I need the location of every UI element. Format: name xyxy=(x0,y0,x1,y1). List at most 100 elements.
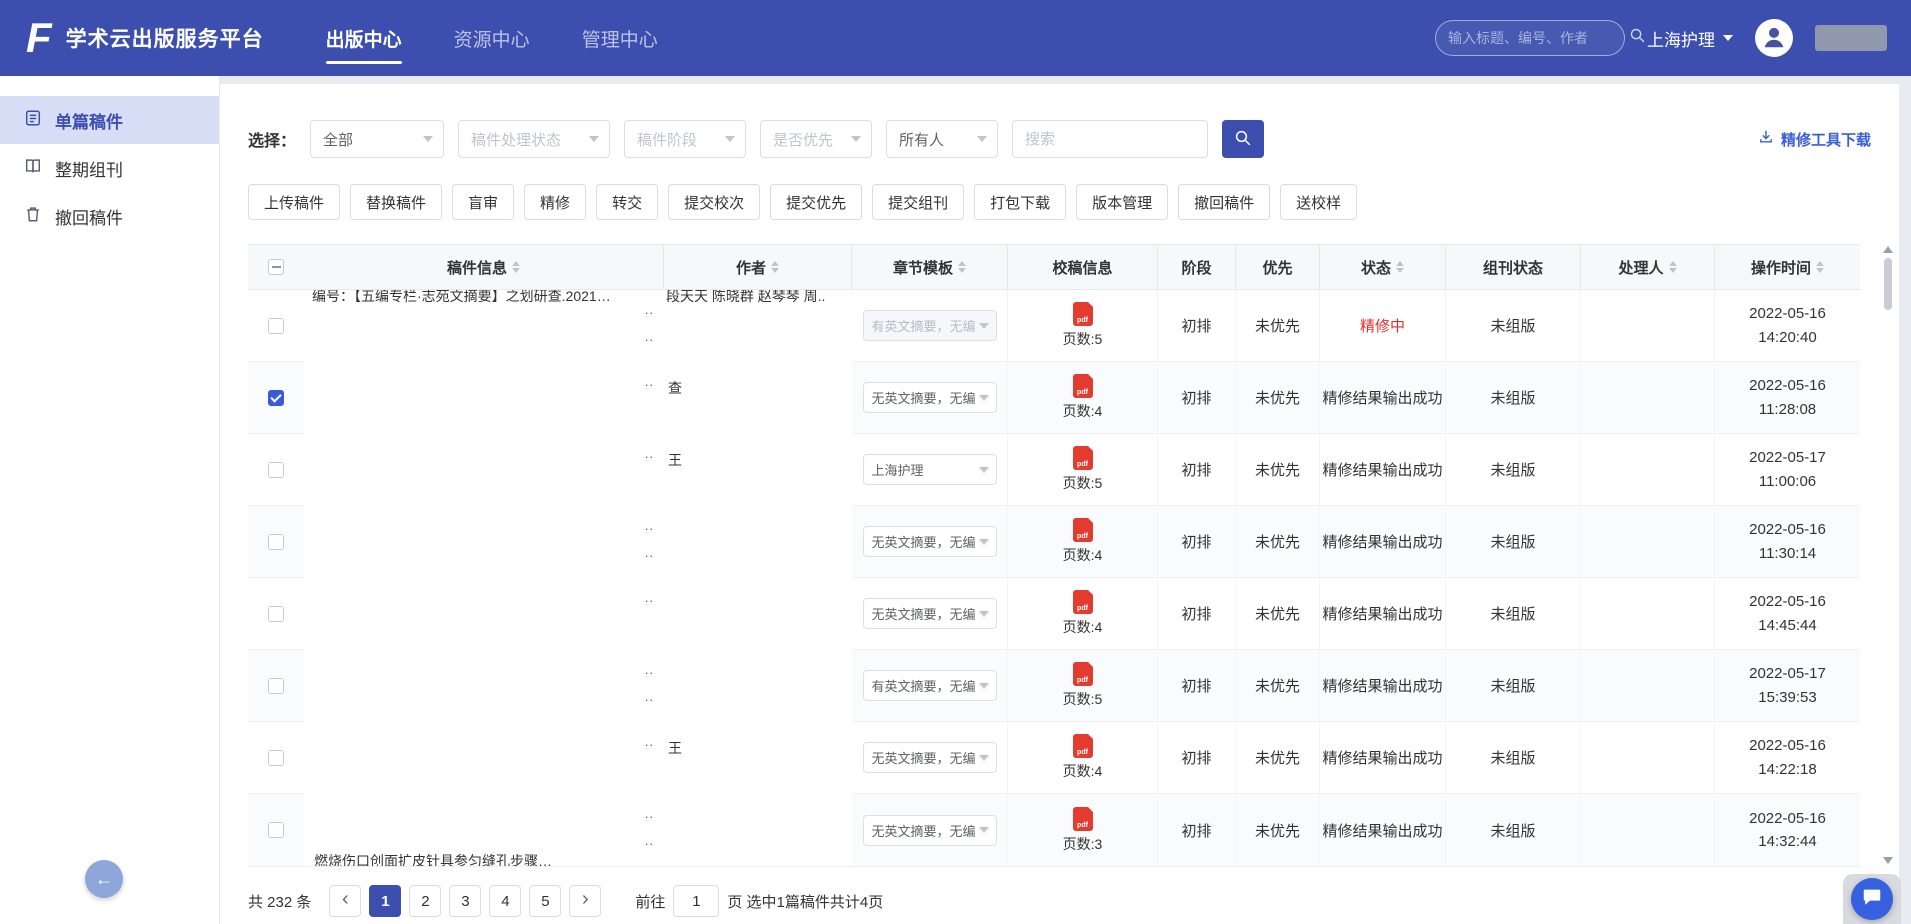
nav-item-resource-center[interactable]: 资源中心 xyxy=(454,0,530,76)
sort-icon[interactable] xyxy=(1669,261,1677,273)
submit-proof-round-button[interactable]: 提交校次 xyxy=(668,184,760,220)
chapter-template-select[interactable]: 有英文摘要，无编 xyxy=(863,310,997,341)
nav-item-publish-center[interactable]: 出版中心 xyxy=(326,0,402,76)
scrollbar-thumb[interactable] xyxy=(1884,258,1892,310)
chapter-template-select[interactable]: 无英文摘要，无编 xyxy=(863,598,997,629)
sidebar-item-issue-assembly[interactable]: 整期组刊 xyxy=(0,144,219,192)
table-scrollbar[interactable] xyxy=(1882,244,1894,866)
pdf-icon[interactable] xyxy=(1073,446,1093,470)
withdraw-manuscript-button[interactable]: 撤回稿件 xyxy=(1178,184,1270,220)
page-count: 页数:5 xyxy=(1063,689,1103,709)
replace-manuscript-button[interactable]: 替换稿件 xyxy=(350,184,442,220)
row-checkbox[interactable] xyxy=(268,750,284,766)
row-checkbox[interactable] xyxy=(268,318,284,334)
row-checkbox[interactable] xyxy=(268,390,284,406)
prev-page-button[interactable]: ‹ xyxy=(329,885,361,917)
submit-priority-button[interactable]: 提交优先 xyxy=(770,184,862,220)
refine-button[interactable]: 精修 xyxy=(524,184,586,220)
col-header-priority: 优先 xyxy=(1236,244,1320,290)
top-navbar: F 学术云出版服务平台 出版中心 资源中心 管理中心 上海护理 xyxy=(0,0,1911,76)
org-selector[interactable]: 上海护理 xyxy=(1647,26,1733,51)
row-checkbox[interactable] xyxy=(268,534,284,550)
chevron-down-icon xyxy=(979,755,989,761)
page-button-4[interactable]: 4 xyxy=(489,885,521,917)
sort-icon[interactable] xyxy=(512,261,520,273)
book-icon xyxy=(24,157,42,180)
page-button-3[interactable]: 3 xyxy=(449,885,481,917)
select-all-checkbox[interactable] xyxy=(268,259,284,275)
chapter-template-select[interactable]: 无英文摘要，无编 xyxy=(863,742,997,773)
col-header-status[interactable]: 状态 xyxy=(1320,244,1446,290)
chat-widget-button[interactable] xyxy=(1851,878,1893,920)
chapter-template-select[interactable]: 无英文摘要，无编 xyxy=(863,526,997,557)
pdf-icon[interactable] xyxy=(1073,590,1093,614)
filter-select-all[interactable]: 全部 xyxy=(310,120,444,158)
row-checkbox[interactable] xyxy=(268,462,284,478)
package-download-button[interactable]: 打包下载 xyxy=(974,184,1066,220)
collapse-button[interactable]: ← xyxy=(85,860,123,898)
page-count: 页数:5 xyxy=(1063,329,1103,349)
col-header-handler[interactable]: 处理人 xyxy=(1581,244,1715,290)
submit-issue-button[interactable]: 提交组刊 xyxy=(872,184,964,220)
search-button[interactable] xyxy=(1222,120,1264,158)
op-time-cell: 2022-05-16 11:30:14 xyxy=(1715,506,1860,578)
blind-review-button[interactable]: 盲审 xyxy=(452,184,514,220)
avatar[interactable] xyxy=(1755,19,1793,57)
col-header-manuscript-info[interactable]: 稿件信息 xyxy=(304,244,664,290)
send-proof-button[interactable]: 送校样 xyxy=(1280,184,1357,220)
main-nav: 出版中心 资源中心 管理中心 xyxy=(326,0,658,76)
sort-icon[interactable] xyxy=(771,261,779,273)
arrow-left-icon: ← xyxy=(95,869,113,890)
pdf-icon[interactable] xyxy=(1073,374,1093,398)
filter-select-priority[interactable]: 是否优先 xyxy=(760,120,872,158)
refine-tool-download-link[interactable]: 精修工具下载 xyxy=(1758,129,1871,150)
pdf-icon[interactable] xyxy=(1073,518,1093,542)
filter-select-owner[interactable]: 所有人 xyxy=(886,120,998,158)
row-checkbox[interactable] xyxy=(268,678,284,694)
goto-page-input[interactable] xyxy=(673,885,719,917)
proof-info-cell: 页数:4 xyxy=(1008,506,1158,578)
filter-search-input[interactable] xyxy=(1012,120,1208,158)
pdf-icon[interactable] xyxy=(1073,734,1093,758)
row-checkbox-cell xyxy=(248,578,304,650)
pdf-icon[interactable] xyxy=(1073,662,1093,686)
sort-icon[interactable] xyxy=(958,261,966,273)
chapter-template-cell: 有英文摘要，无编 xyxy=(852,650,1008,722)
pdf-icon[interactable] xyxy=(1073,302,1093,326)
chapter-template-select[interactable]: 无英文摘要，无编 xyxy=(863,382,997,413)
page-button-1[interactable]: 1 xyxy=(369,885,401,917)
sort-icon[interactable] xyxy=(1816,261,1824,273)
chapter-template-select[interactable]: 上海护理 xyxy=(863,454,997,485)
page-count: 页数:4 xyxy=(1063,545,1103,565)
op-time: 11:28:08 xyxy=(1759,400,1816,420)
filter-select-process-status[interactable]: 稿件处理状态 xyxy=(458,120,610,158)
chevron-down-icon xyxy=(725,136,735,142)
chapter-template-select[interactable]: 无英文摘要，无编 xyxy=(863,815,997,846)
col-header-author[interactable]: 作者 xyxy=(664,244,852,290)
col-header-chapter-template[interactable]: 章节模板 xyxy=(852,244,1008,290)
pdf-icon[interactable] xyxy=(1073,807,1093,831)
page-button-5[interactable]: 5 xyxy=(529,885,561,917)
col-header-label: 处理人 xyxy=(1618,257,1663,278)
scroll-down-arrow-icon[interactable] xyxy=(1883,857,1893,864)
col-header-op-time[interactable]: 操作时间 xyxy=(1715,244,1860,290)
nav-search-input[interactable] xyxy=(1448,30,1629,46)
sidebar-item-single-manuscript[interactable]: 单篇稿件 xyxy=(0,96,219,144)
chevron-down-icon xyxy=(851,136,861,142)
nav-item-admin-center[interactable]: 管理中心 xyxy=(582,0,658,76)
main-content: 选择： 全部 稿件处理状态 稿件阶段 是否优先 所有人 xyxy=(220,84,1899,924)
sidebar-item-withdrawn-manuscript[interactable]: 撤回稿件 xyxy=(0,192,219,240)
chapter-template-value: 无英文摘要，无编 xyxy=(872,388,976,407)
next-page-button[interactable]: › xyxy=(569,885,601,917)
version-manage-button[interactable]: 版本管理 xyxy=(1076,184,1168,220)
transfer-button[interactable]: 转交 xyxy=(596,184,658,220)
upload-manuscript-button[interactable]: 上传稿件 xyxy=(248,184,340,220)
row-checkbox[interactable] xyxy=(268,606,284,622)
sort-icon[interactable] xyxy=(1396,261,1404,273)
page-button-2[interactable]: 2 xyxy=(409,885,441,917)
filter-select-stage[interactable]: 稿件阶段 xyxy=(624,120,746,158)
manuscript-text-fragment: .. xyxy=(645,728,654,755)
row-checkbox[interactable] xyxy=(268,822,284,838)
scroll-up-arrow-icon[interactable] xyxy=(1883,246,1893,253)
chapter-template-select[interactable]: 有英文摘要，无编 xyxy=(863,670,997,701)
